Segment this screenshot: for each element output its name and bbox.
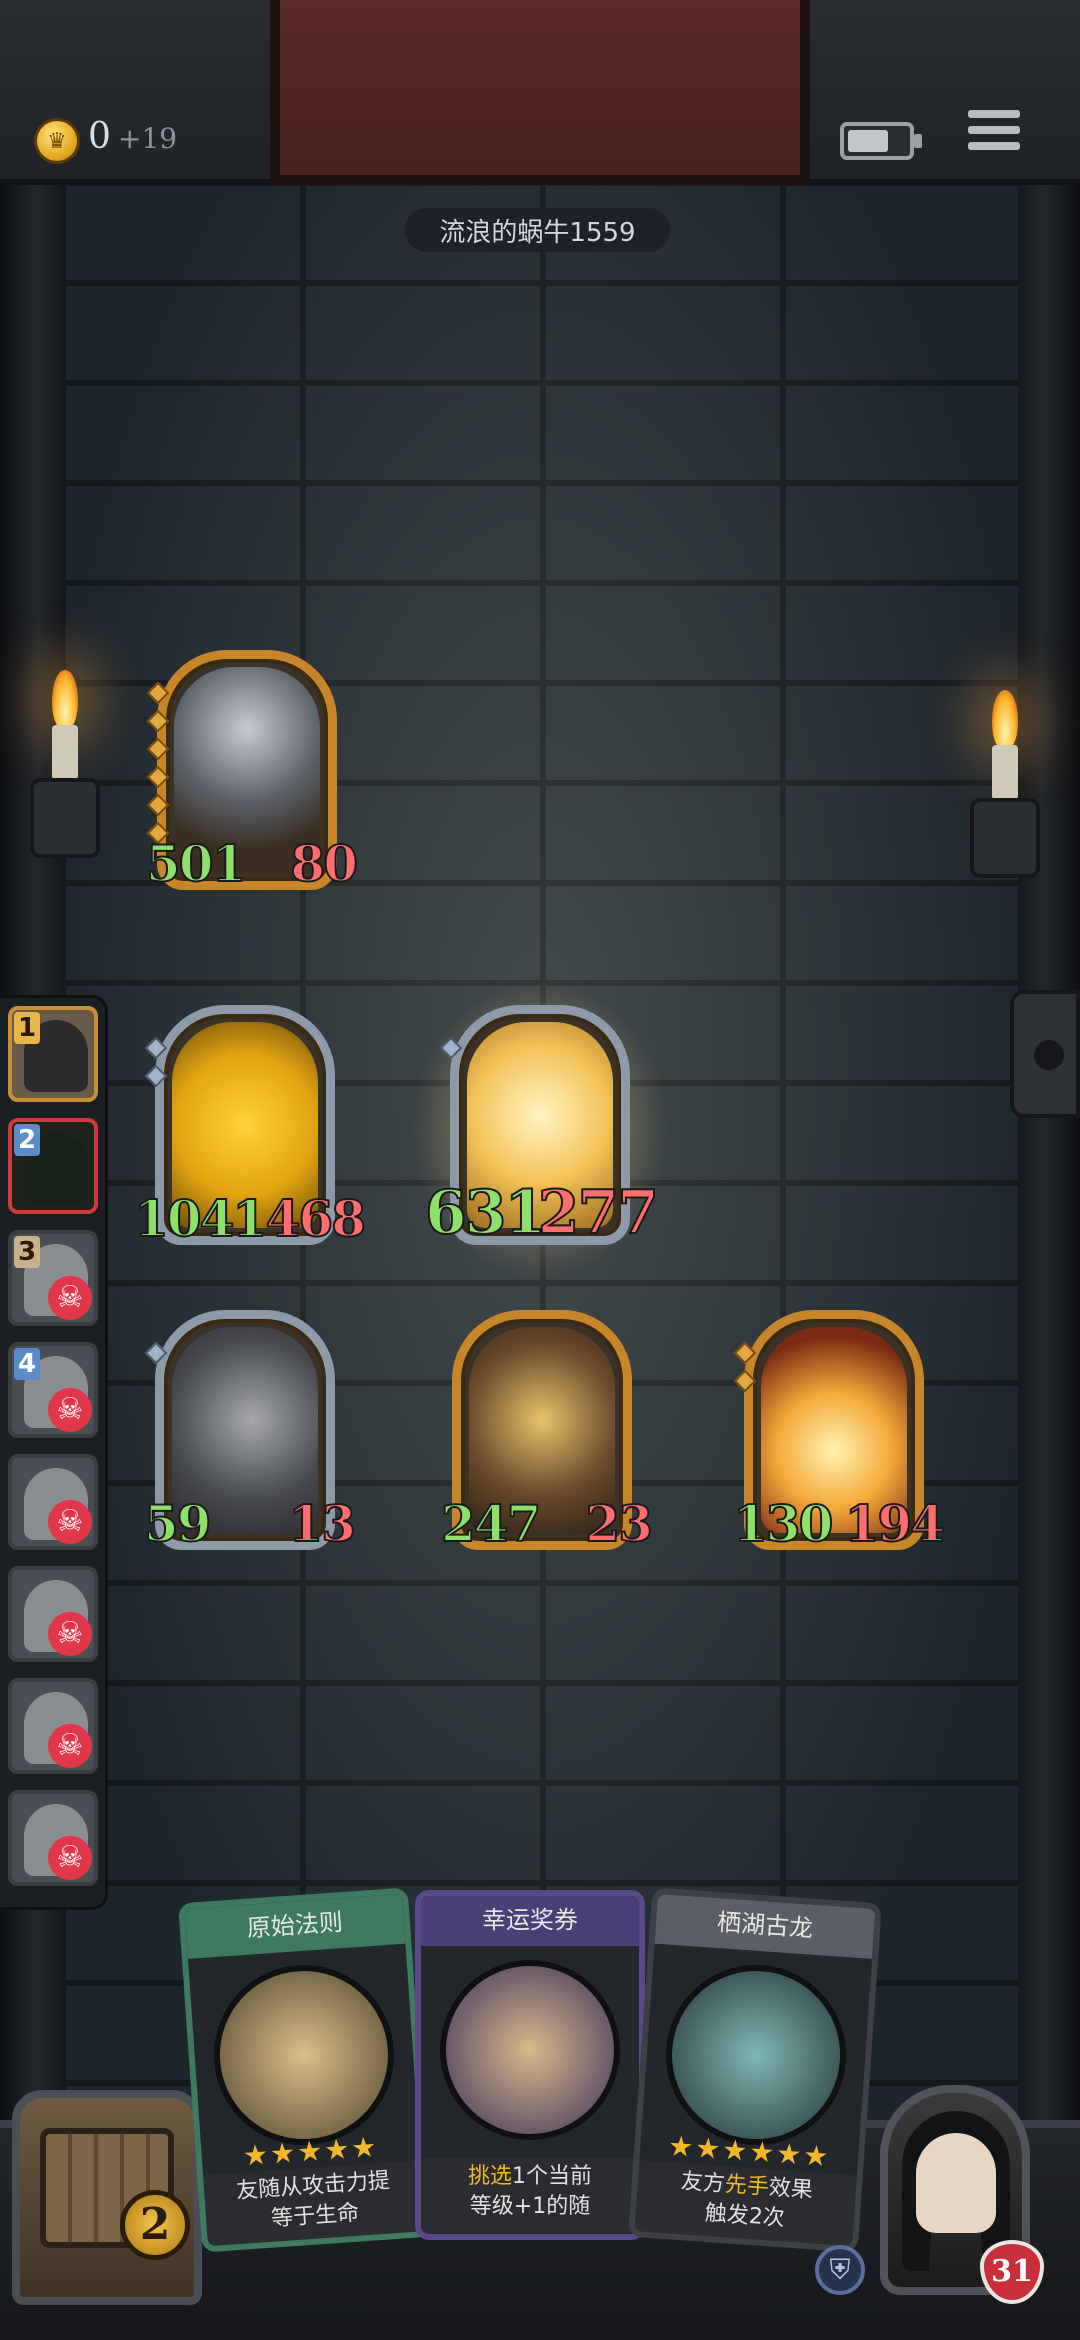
health-value: 23 <box>584 1493 654 1554</box>
skull-crossbones-icon: ☠ <box>48 1388 92 1432</box>
card-art <box>659 1958 853 2152</box>
card-title: 原始法则 <box>184 1893 406 1959</box>
card-description: 友随从攻击力提 等于生命 <box>203 2160 428 2253</box>
opponent-rank: 1 <box>14 1012 40 1044</box>
shield-icon: ⛨ <box>815 2245 865 2295</box>
skull-crossbones-icon: ☠ <box>48 1612 92 1656</box>
hand-card-primal-law[interactable]: 原始法则 ★★★★★ 友随从攻击力提 等于生命 <box>178 1887 432 2253</box>
skull-crossbones-icon: ☠ <box>48 1500 92 1544</box>
health-value: 194 <box>844 1493 946 1554</box>
attack-value: 1041 <box>133 1188 268 1249</box>
opponent-name: 流浪的蜗牛1559 <box>405 208 670 252</box>
attack-value: 247 <box>440 1493 542 1554</box>
chest-level-badge: 2 <box>120 2190 190 2260</box>
card-description: 友方先手效果 触发2次 <box>632 2160 857 2253</box>
player-minion-dark-dragon[interactable]: 59 13 <box>143 1310 357 1554</box>
door-handle <box>1010 990 1080 1118</box>
skull-crossbones-icon: ☠ <box>48 1276 92 1320</box>
hand-card-lucky-ticket[interactable]: 幸运奖券 挑选1个当前 等级+1的随 <box>415 1890 645 2240</box>
player-minion-explosive-beast[interactable]: 130 194 <box>732 1310 946 1554</box>
opponent-1[interactable]: 1 <box>8 1006 98 1102</box>
attack-value: 631 <box>424 1177 547 1249</box>
opponent-3[interactable]: 3 ☠ <box>8 1230 98 1326</box>
left-torch-icon <box>30 670 100 870</box>
card-art <box>207 1958 401 2152</box>
hanging-banner <box>270 0 810 185</box>
attack-value: 59 <box>143 1493 213 1554</box>
card-description: 挑选1个当前 等级+1的随 <box>421 2158 639 2234</box>
health-value: 80 <box>289 833 359 894</box>
health-value: 277 <box>537 1177 660 1249</box>
skull-crossbones-icon: ☠ <box>48 1836 92 1880</box>
skull-crossbones-icon: ☠ <box>48 1724 92 1768</box>
card-title: 栖湖古龙 <box>654 1893 876 1959</box>
player-minion-radiant-angel[interactable]: 631 277 <box>424 1005 660 1249</box>
card-title: 幸运奖券 <box>421 1896 639 1946</box>
health-value: 13 <box>287 1493 357 1554</box>
attack-value: 501 <box>145 833 247 894</box>
opponent-8[interactable]: ☠ <box>8 1790 98 1886</box>
battery-icon <box>840 122 922 160</box>
opponent-2[interactable]: 2 <box>8 1118 98 1214</box>
coin-bonus: +19 <box>118 122 178 155</box>
opponent-4[interactable]: 4 ☠ <box>8 1342 98 1438</box>
opponent-7[interactable]: ☠ <box>8 1678 98 1774</box>
attack-value: 130 <box>732 1493 834 1554</box>
hand-card-lake-dragon[interactable]: 栖湖古龙 ★★★★★★ 友方先手效果 触发2次 <box>628 1887 882 2253</box>
opponent-rank: 2 <box>14 1124 40 1156</box>
card-art <box>440 1960 620 2140</box>
right-pillar <box>1018 0 1080 2340</box>
opponent-rank: 3 <box>14 1236 40 1268</box>
opponent-5[interactable]: ☠ <box>8 1454 98 1550</box>
right-torch-icon <box>970 690 1040 890</box>
coin-count: 0 <box>88 116 111 157</box>
player-minion-golden-dragon[interactable]: 1041 468 <box>133 1005 367 1249</box>
opponent-6[interactable]: ☠ <box>8 1566 98 1662</box>
health-value: 468 <box>265 1188 367 1249</box>
player-minion-dark-priestess[interactable]: 247 23 <box>440 1310 654 1554</box>
hamburger-menu-icon[interactable] <box>968 110 1020 160</box>
crown-coin-icon: ♛ <box>34 118 80 164</box>
opponent-rank: 4 <box>14 1348 40 1380</box>
enemy-minion-knight[interactable]: 501 80 <box>145 650 359 894</box>
opponent-list: 1 2 3 ☠ 4 ☠ ☠ ☠ ☠ ☠ <box>0 995 108 1910</box>
